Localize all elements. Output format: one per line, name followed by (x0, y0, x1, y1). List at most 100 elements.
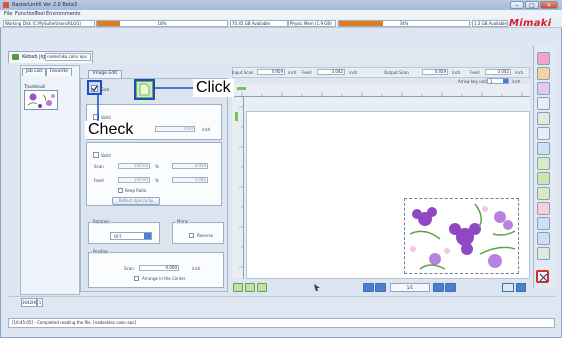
printer-tab[interactable]: 3042HC (21, 298, 38, 307)
prev-page-button[interactable] (375, 283, 386, 292)
input-scan-unit: inch (288, 70, 297, 75)
tool-icon-12[interactable] (537, 217, 550, 230)
output-feed-value[interactable]: 3.042 (485, 69, 511, 75)
scan-label: Scan (94, 164, 104, 169)
tool-icon-9[interactable] (537, 172, 550, 185)
working-disk-progress: 18% (96, 20, 228, 27)
position-scan-label: Scan (124, 266, 134, 271)
output-feed-label: Feed (470, 70, 480, 75)
size-group-label: Size (101, 87, 110, 92)
job-file-name: nadeshiko color eps (45, 53, 91, 61)
minimize-button[interactable]: – (510, 1, 524, 9)
image-edit-tool-button[interactable] (536, 270, 549, 283)
left-ruler (232, 97, 244, 279)
zoom-in-button[interactable] (245, 283, 255, 292)
first-page-button[interactable] (363, 283, 374, 292)
tool-icon-5[interactable] (537, 112, 550, 125)
rotation-label: Rotation (92, 219, 111, 224)
position-unit: inch (192, 266, 201, 271)
rotation-dropdown[interactable]: OFF (110, 232, 152, 240)
memory-percent: 34% (399, 21, 409, 26)
menu-environments[interactable]: Environments (46, 11, 81, 17)
scale-valid-checkbox[interactable] (93, 152, 99, 158)
page-counter: 1/1 (390, 283, 430, 292)
feed-value-input[interactable]: 3.042 (172, 177, 208, 183)
scan-value-input[interactable]: 4.959 (172, 163, 208, 169)
next-page-button[interactable] (433, 283, 444, 292)
output-scan-unit: inch (452, 70, 461, 75)
tool-icon-7[interactable] (537, 142, 550, 155)
tool-icon-6[interactable] (537, 127, 550, 140)
tab-job-list[interactable]: Job List (22, 68, 46, 76)
arrange-center-label: Arrange in the Center (142, 276, 186, 281)
output-scan-label: Output Scan (384, 70, 409, 75)
working-disk-label: Working Disk (C:MySuite/Users/RL6/1) (3, 20, 95, 27)
reverse-checkbox[interactable] (189, 233, 194, 238)
job-tab[interactable]: Kebab Jig Print nadeshiko color eps (8, 51, 93, 63)
tool-icon-11[interactable] (537, 202, 550, 215)
arrange-center-checkbox[interactable] (134, 276, 139, 281)
position-label: Position (92, 249, 110, 254)
scissors-icon (539, 273, 548, 282)
top-ruler (232, 84, 530, 97)
feed-label: Feed (94, 178, 104, 183)
position-scan-input[interactable]: 0.000 (139, 265, 179, 271)
menu-function[interactable]: Function (15, 11, 36, 17)
working-disk-percent: 18% (157, 21, 167, 26)
size-value-input[interactable]: 0.00 (155, 126, 195, 132)
feed-percent-input[interactable]: 100.00 (118, 177, 150, 183)
tool-icon-2[interactable] (537, 67, 550, 80)
job-thumbnail[interactable] (24, 90, 58, 110)
menu-file[interactable]: File (4, 11, 12, 17)
phys-mem-label: Physic Mem (1.9 GB) (288, 20, 336, 27)
tool-icon-4[interactable] (537, 97, 550, 110)
placed-image[interactable] (404, 198, 519, 274)
app-icon (3, 2, 9, 8)
mirror-label: Mirror (176, 219, 190, 224)
flower-thumbnail-icon (27, 93, 55, 108)
zoom-out-button[interactable] (257, 283, 267, 292)
scan-percent-input[interactable]: 100.00 (118, 163, 150, 169)
disk-available-label: 70.45 GB Available (230, 20, 288, 27)
last-page-button[interactable] (445, 283, 456, 292)
reverse-label: Reverse (197, 233, 214, 238)
memory-progress: 34% (338, 20, 470, 27)
print-preview-button[interactable] (502, 283, 514, 292)
input-scan-label: Input Scan (232, 70, 254, 75)
thumbnail-label: Thumbnail (24, 84, 46, 89)
size-unit-label: inch (202, 127, 211, 132)
ruler-ticks (235, 106, 244, 268)
floral-image-icon (409, 203, 516, 270)
cursor-icon (314, 284, 320, 291)
tool-icon-1[interactable] (537, 52, 550, 65)
keep-ratio-checkbox[interactable] (118, 188, 123, 193)
close-button[interactable]: × (540, 1, 558, 9)
printer-icon (12, 54, 19, 60)
output-scan-value[interactable]: 4.959 (422, 69, 448, 75)
tool-icon-13[interactable] (537, 232, 550, 245)
reflect-button[interactable]: Reflect dpi/cm/lpi (112, 197, 160, 205)
tool-icon-10[interactable] (537, 187, 550, 200)
input-scan-value[interactable]: 4.959 (257, 69, 285, 75)
input-feed-label: Feed (302, 70, 312, 75)
feed-percent-sign: % (155, 178, 159, 183)
printer-tab-area (8, 296, 555, 310)
output-feed-unit: inch (515, 70, 524, 75)
zoom-fit-button[interactable] (233, 283, 243, 292)
maximize-button[interactable]: □ (525, 1, 539, 9)
move-tool-button[interactable] (313, 283, 322, 292)
tab-favorite[interactable]: Favorite (46, 68, 72, 76)
layout-options-button[interactable] (516, 283, 526, 292)
ruler-ticks (237, 87, 523, 97)
tool-icon-8[interactable] (537, 157, 550, 170)
keep-ratio-label: Keep Ratio (125, 188, 147, 193)
input-feed-value[interactable]: 3.042 (317, 69, 345, 75)
click-highlight (134, 79, 155, 100)
click-callout-line (155, 87, 195, 89)
tool-icon-14[interactable] (537, 247, 550, 260)
tool-icon-3[interactable] (537, 82, 550, 95)
memory-available-label: 1.3 GB Available (472, 20, 508, 27)
check-callout-line (97, 95, 99, 121)
mimaki-logo: Mimaki (509, 18, 552, 29)
menu-tool[interactable]: Tool (35, 11, 45, 17)
